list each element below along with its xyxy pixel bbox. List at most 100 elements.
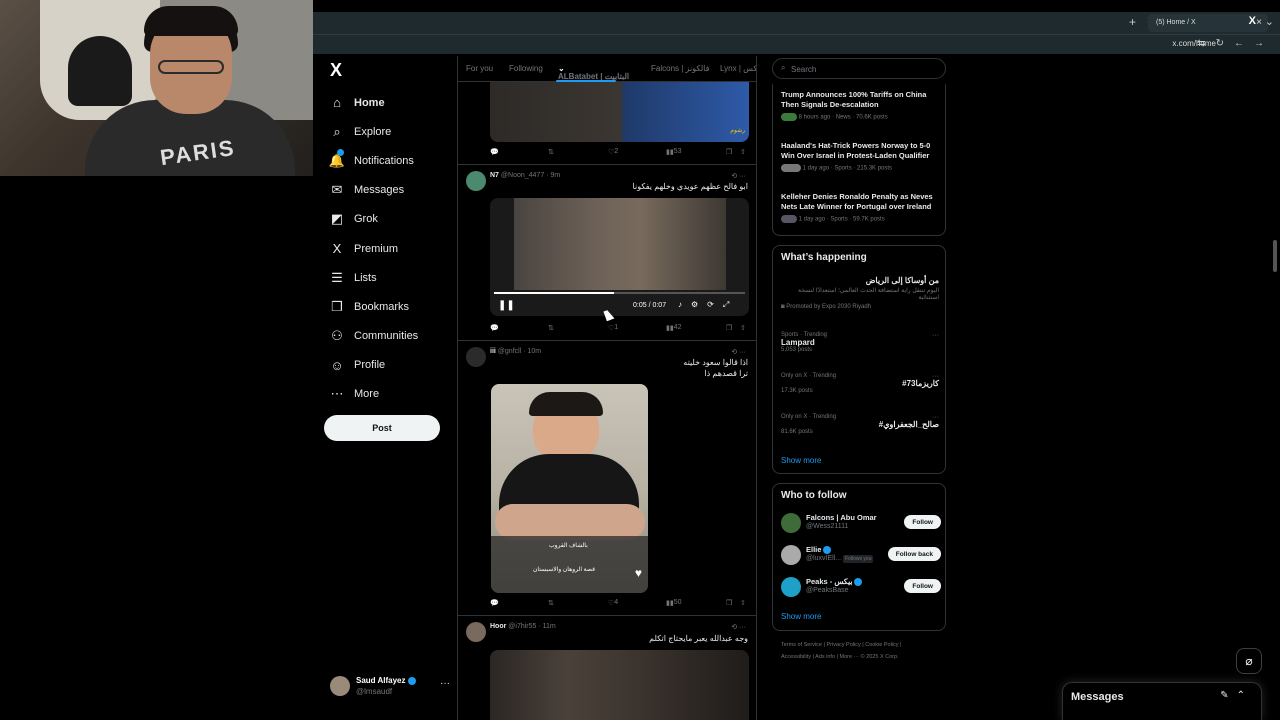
nav-messages[interactable]: ✉ Messages [328, 176, 418, 205]
tab-albatabet[interactable]: ALBatabet | البتابيت ⌄ [558, 64, 629, 81]
video-progress[interactable] [494, 292, 745, 294]
repost-icon[interactable]: ⇅ [548, 324, 554, 332]
address-bar[interactable]: x.com/home ⇆↻←→ [313, 34, 1280, 54]
footer-link[interactable]: Accessibility [781, 654, 811, 660]
news-item[interactable]: Trump Announces 100% Tariffs on China Th… [781, 90, 941, 121]
more-icon[interactable]: ··· [932, 332, 939, 339]
footer-link[interactable]: Privacy Policy [826, 642, 860, 648]
new-tab-button[interactable]: + [1129, 15, 1140, 29]
avatar[interactable] [466, 171, 486, 191]
tab-falcons[interactable]: Falcons | فالكونز [651, 64, 709, 73]
footer-link[interactable]: Terms of Service [781, 642, 822, 648]
reply-icon[interactable]: 💬 [490, 599, 499, 607]
views-icon[interactable]: ▮▮ 50 [666, 599, 682, 607]
post-button[interactable]: Post [324, 415, 440, 441]
trend-item[interactable]: Sports · Trending Lampard 5,053 posts ··… [781, 332, 939, 353]
promoted-trend[interactable]: من أوساكا إلى الرياض اليوم تنتقل راية اس… [781, 276, 939, 310]
like-icon[interactable]: ♡ 2 [608, 148, 618, 156]
bookmark-icon[interactable]: ❒ [726, 324, 732, 332]
like-icon[interactable]: ♡ 4 [608, 599, 618, 607]
news-item[interactable]: Kelleher Denies Ronaldo Penalty as Neves… [781, 192, 941, 223]
tab-for-you[interactable]: For you [466, 64, 493, 73]
home-icon: ⌂ [333, 95, 341, 111]
author-name[interactable]: iii [490, 348, 496, 355]
nav-lists[interactable]: ☰ Lists [328, 263, 418, 292]
tweet-media[interactable] [490, 650, 749, 720]
show-more-link[interactable]: Show more [781, 612, 821, 621]
tweet-menu[interactable]: ⟲ ··· [731, 623, 746, 631]
show-more-link[interactable]: Show more [781, 456, 821, 465]
grok-icon[interactable]: ⌀ [1236, 648, 1262, 674]
news-item[interactable]: Haaland's Hat-Trick Powers Norway to 5-0… [781, 141, 941, 172]
follow-button[interactable]: Follow [904, 515, 941, 529]
search-input[interactable]: ⌕ Search [772, 58, 946, 79]
follow-suggestion[interactable]: Falcons | Abu Omar @Wess21111 Follow [781, 510, 941, 536]
nav-profile[interactable]: ☺ Profile [328, 351, 418, 380]
more-icon[interactable]: ··· [932, 414, 939, 421]
author-handle[interactable]: @i7hir55 [508, 623, 536, 630]
follow-back-button[interactable]: Follow back [887, 547, 941, 561]
tweet-time[interactable]: 10m [527, 348, 541, 355]
compose-and-expand-icons[interactable]: ✎⌃ [1220, 690, 1253, 701]
nav-grok[interactable]: ◩ Grok [328, 205, 418, 234]
share-icon[interactable]: ⇧ [740, 324, 746, 332]
x-logo-icon[interactable]: X [330, 60, 342, 81]
account-switcher[interactable]: Saud Alfayez @lmsaudf ··· [330, 674, 450, 700]
share-icon[interactable]: ⇧ [740, 148, 746, 156]
footer-link[interactable]: Ads info [815, 654, 835, 660]
verified-icon [854, 578, 863, 587]
nav-explore[interactable]: ⌕ Explore [328, 117, 418, 146]
nav-home[interactable]: ⌂ Home [328, 88, 418, 117]
browser-nav-icons[interactable]: ⇆↻←→ [1197, 38, 1274, 49]
share-icon[interactable]: ⇧ [740, 599, 746, 607]
pause-icon[interactable]: ❚❚ [498, 300, 515, 311]
close-icon[interactable]: × [1256, 17, 1262, 28]
x-tab-icon[interactable]: X [1249, 15, 1256, 27]
more-icon[interactable]: ··· [440, 678, 450, 689]
video-player[interactable]: ❚❚ 0:05 / 0:07 ♪⚙⟳⤢ [490, 198, 749, 316]
trend-item[interactable]: Only on X · Trending #صالح_الجعفراوي 81.… [781, 414, 939, 435]
tab-following[interactable]: Following [509, 64, 543, 73]
bookmark-icon[interactable]: ❒ [726, 599, 732, 607]
tweet-menu[interactable]: ⟲ ··· [731, 348, 746, 356]
views-icon[interactable]: ▮▮ 42 [666, 324, 682, 332]
follow-suggestion[interactable]: Ellie @luxvIEll... Follows you Follow ba… [781, 542, 941, 568]
follow-button[interactable]: Follow [904, 579, 941, 593]
chevron-down-icon[interactable]: ⌄ [1265, 15, 1274, 28]
author-handle[interactable]: @Noon_4477 [501, 172, 544, 179]
trend-item[interactable]: Only on X · Trending #كاريزما73 17.3K po… [781, 373, 939, 394]
reply-icon[interactable]: 💬 [490, 324, 499, 332]
nav-more[interactable]: ⋯ More [328, 380, 418, 409]
repost-icon[interactable]: ⇅ [548, 599, 554, 607]
avatar[interactable] [466, 347, 486, 367]
more-icon[interactable]: ··· [932, 373, 939, 380]
nav-label: Lists [354, 271, 377, 284]
tweet-time[interactable]: 11m [543, 623, 556, 630]
scrollbar[interactable] [1273, 240, 1277, 272]
author-name[interactable]: N7 [490, 172, 499, 179]
nav-notifications[interactable]: 🔔 Notifications [328, 146, 418, 175]
bookmark-icon[interactable]: ❒ [726, 148, 732, 156]
repost-icon[interactable]: ⇅ [548, 148, 554, 156]
tweet-media[interactable]: رشوم [490, 82, 749, 142]
nav-premium[interactable]: X Premium [328, 234, 418, 263]
bell-icon: 🔔 [328, 148, 346, 169]
footer-link[interactable]: Cookie Policy [865, 642, 898, 648]
avatar[interactable] [466, 622, 486, 642]
footer-link[interactable]: More ··· [840, 654, 860, 660]
tweet-time[interactable]: 9m [550, 172, 560, 179]
views-icon[interactable]: ▮▮ 53 [666, 148, 682, 156]
tweet-text-line-2: ترا قصدهم ذا [704, 369, 748, 378]
author-handle[interactable]: @gnfcll [498, 348, 521, 355]
reply-icon[interactable]: 💬 [490, 148, 499, 156]
nav-bookmarks[interactable]: ❒ Bookmarks [328, 292, 418, 321]
nav-communities[interactable]: ⚇ Communities [328, 322, 418, 351]
tab-lynx[interactable]: Lynx | لينكس [720, 64, 756, 73]
tweet-menu[interactable]: ⟲ ··· [731, 172, 746, 180]
follow-suggestion[interactable]: Peaks - بيكس @PeaksBase Follow [781, 574, 941, 600]
messages-dock[interactable]: Messages ✎⌃ [1062, 682, 1262, 720]
video-controls-icons[interactable]: ♪⚙⟳⤢ [678, 300, 738, 310]
tweet-image[interactable]: بالشاف القروب قصة الروهان والاسيستان ♥ [491, 384, 648, 593]
author-name[interactable]: Hoor [490, 623, 506, 630]
like-icon[interactable]: ♡ 1 [608, 324, 618, 332]
